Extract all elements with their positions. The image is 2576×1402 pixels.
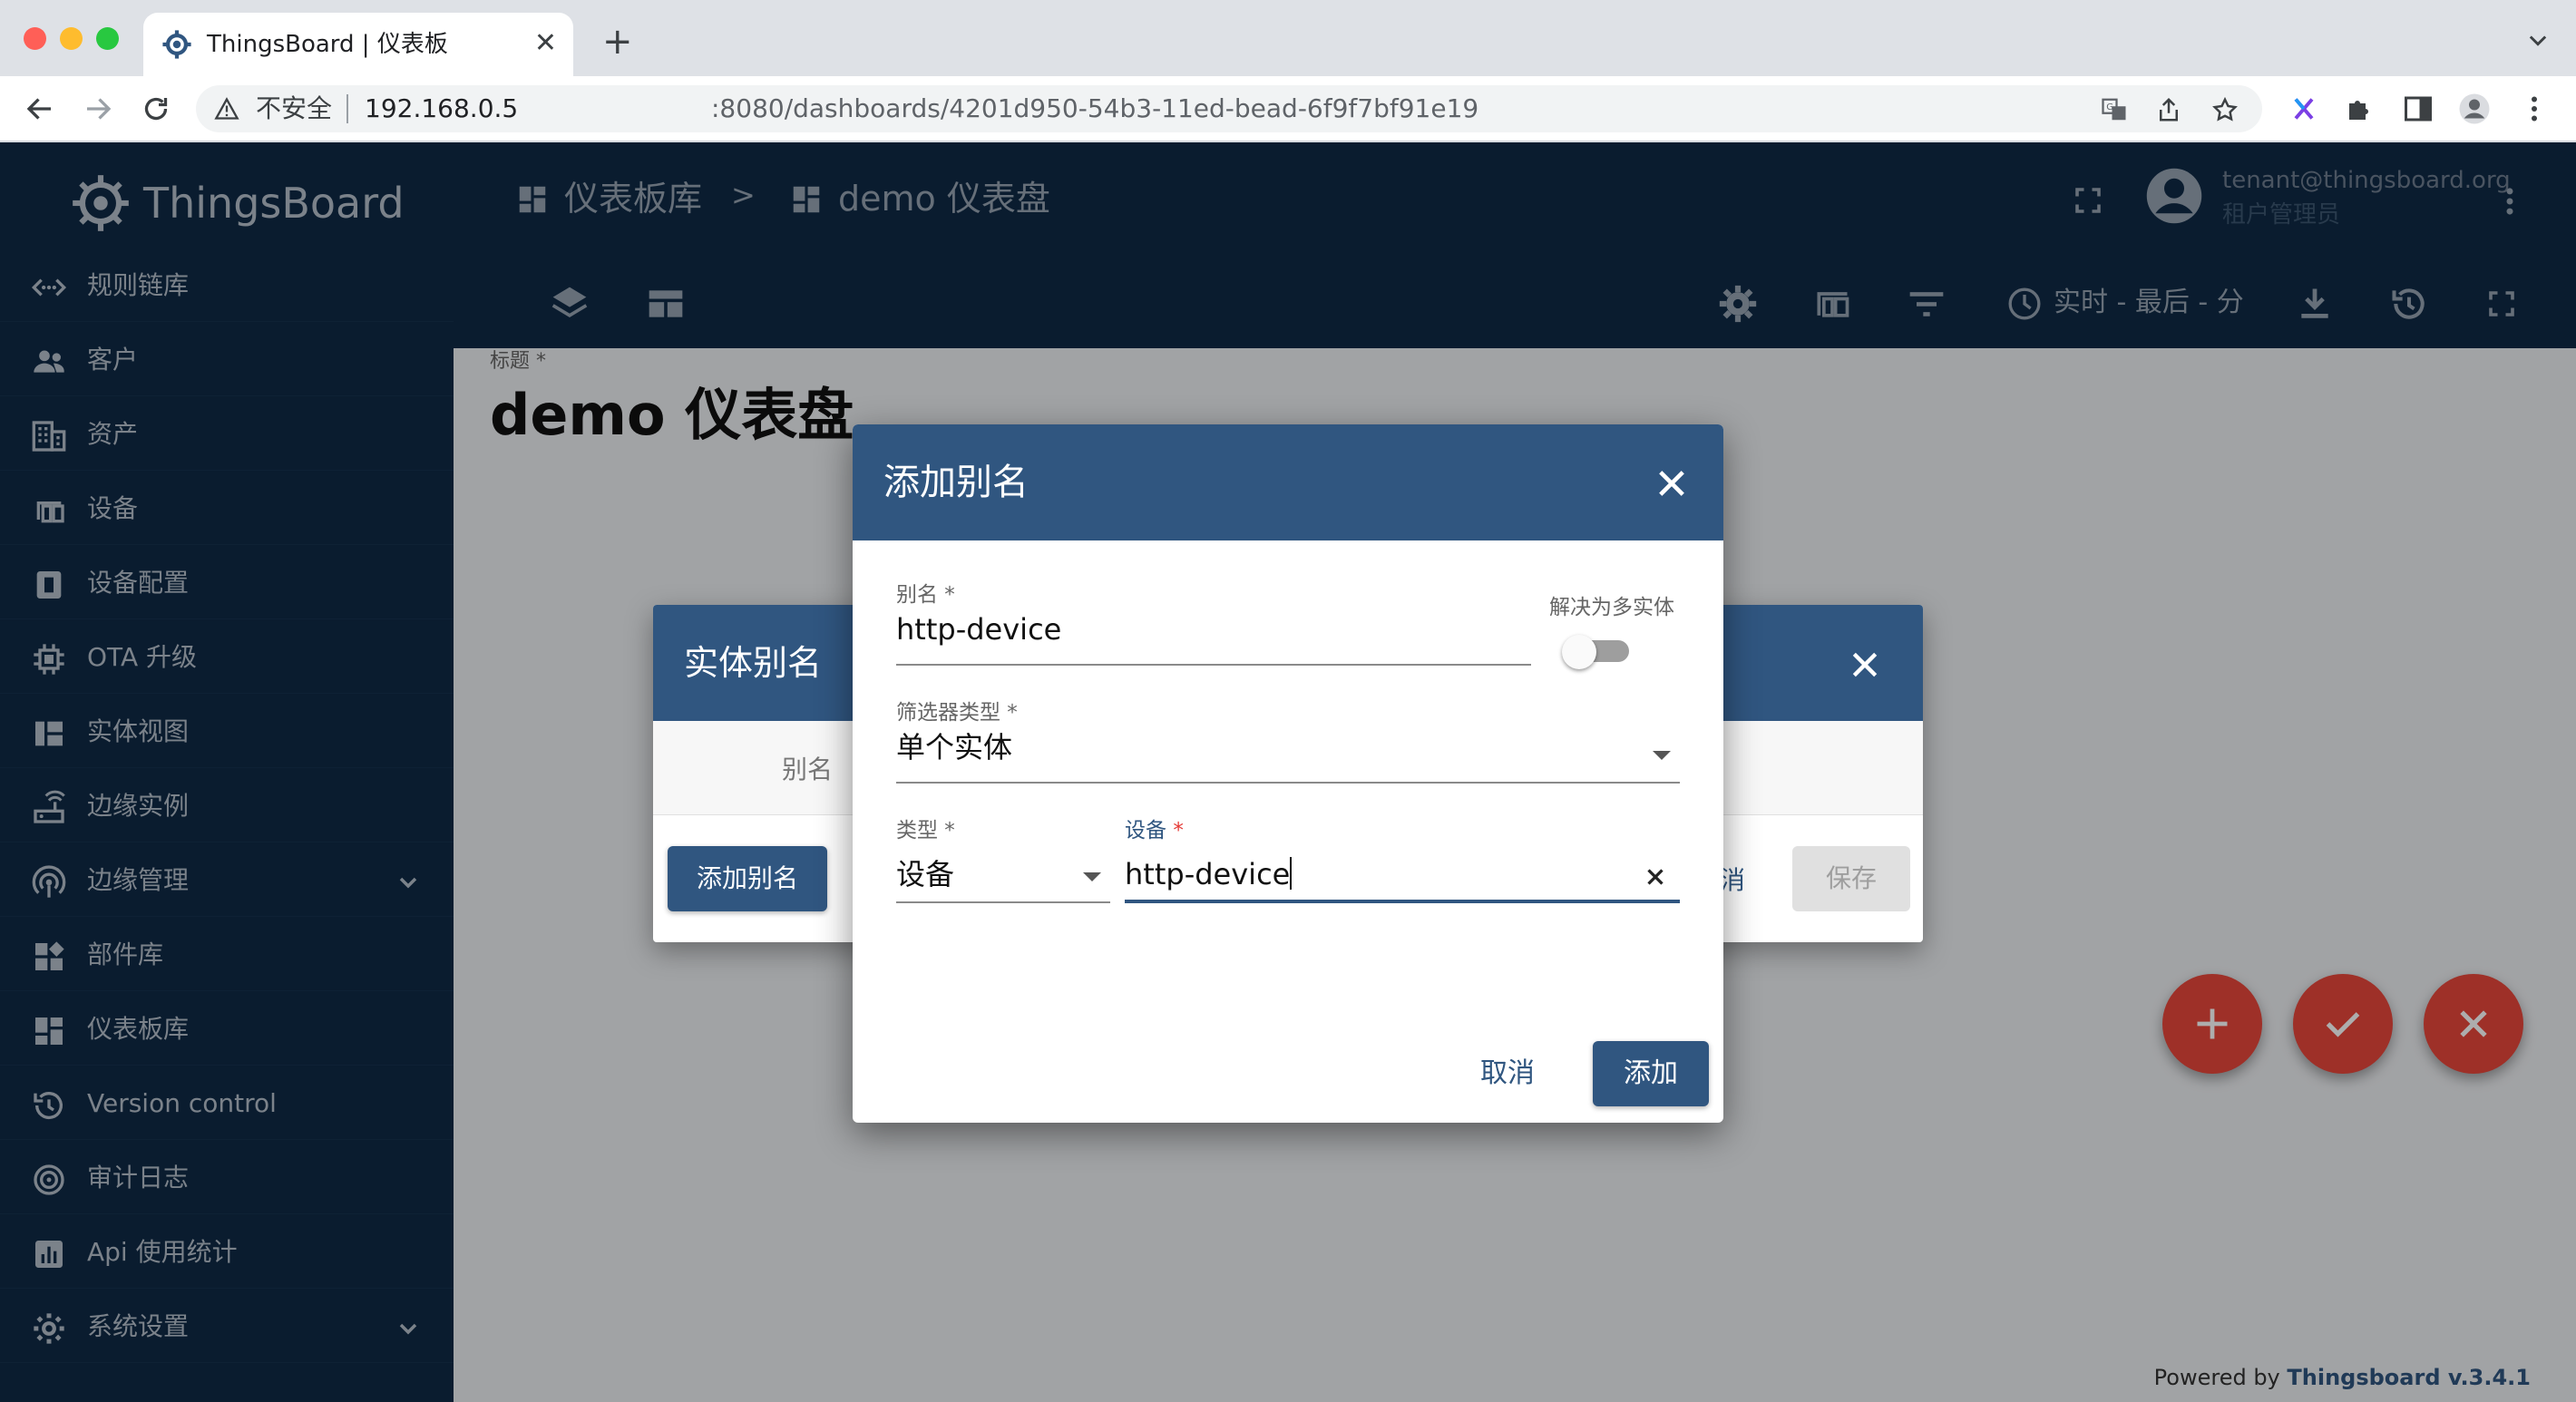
window-close-button[interactable] [24, 27, 46, 50]
filter-type-underline [896, 782, 1680, 784]
add-alias-dialog: 添加别名 别名 * http-device 解决为多实体 筛选器类型 * 单个实… [853, 424, 1723, 1123]
device-input-value: http-device [1125, 857, 1291, 891]
filter-type-label: 筛选器类型 * [896, 701, 1018, 725]
clear-icon[interactable] [1642, 863, 1669, 891]
browser-tab[interactable]: ThingsBoard | 仪表板 ✕ [143, 13, 573, 76]
thingsboard-favicon-icon [162, 30, 191, 59]
browser-toolbar: 不安全 192.168.0.5 :8080/dashboards/4201d95… [0, 76, 2576, 141]
entity-type-label: 类型 * [896, 819, 955, 842]
cancel-button[interactable]: 取消 [1480, 1057, 1535, 1090]
dropdown-arrow-icon[interactable] [1083, 872, 1101, 881]
tab-search-chevron-icon[interactable] [2525, 27, 2551, 53]
device-field-label: 设备 * [1125, 818, 1184, 843]
translate-icon[interactable]: G [2101, 96, 2128, 123]
entity-type-select[interactable]: 设备 [896, 856, 954, 892]
alias-field-underline [896, 664, 1531, 666]
text-cursor [1290, 857, 1293, 890]
entity-type-underline [896, 901, 1110, 903]
profile-avatar-icon[interactable] [2458, 92, 2491, 125]
url-host: 192.168.0.5 [365, 93, 519, 123]
back-arrow-icon[interactable] [24, 92, 56, 125]
address-bar[interactable]: 不安全 192.168.0.5 :8080/dashboards/4201d95… [196, 85, 2262, 132]
dropdown-arrow-icon[interactable] [1653, 751, 1671, 760]
not-secure-label[interactable]: 不安全 [256, 93, 332, 124]
entity-aliases-save-button[interactable]: 保存 [1792, 846, 1910, 911]
required-mark: * [1173, 819, 1184, 842]
browser-menu-icon[interactable] [2518, 92, 2551, 125]
browser-tab-strip: ThingsBoard | 仪表板 ✕ + [0, 0, 2576, 76]
device-autocomplete-input[interactable]: http-device [1125, 856, 1293, 892]
address-separator [346, 94, 348, 123]
new-tab-icon[interactable]: + [602, 24, 633, 60]
forward-arrow-icon[interactable] [82, 92, 114, 125]
add-alias-dialog-title: 添加别名 [883, 462, 1029, 503]
window-maximize-button[interactable] [96, 27, 119, 50]
close-icon[interactable] [1653, 464, 1691, 502]
toggle-knob[interactable] [1562, 635, 1596, 669]
extension-x-icon[interactable] [2288, 92, 2320, 125]
device-label-text: 设备 [1125, 819, 1166, 842]
add-button[interactable]: 添加 [1593, 1041, 1709, 1106]
extensions-puzzle-icon[interactable] [2344, 92, 2376, 125]
url-path: :8080/dashboards/4201d950-54b3-11ed-bead… [711, 93, 1479, 123]
entity-aliases-cancel-button[interactable]: 消 [1720, 864, 1745, 897]
alias-field-label: 别名 * [896, 583, 955, 607]
alias-column-header: 别名 [782, 755, 834, 784]
tab-close-icon[interactable]: ✕ [534, 27, 557, 60]
window-minimize-button[interactable] [60, 27, 83, 50]
close-icon[interactable] [1847, 647, 1883, 683]
add-alias-dialog-header: 添加别名 [853, 424, 1723, 540]
tab-title: ThingsBoard | 仪表板 [207, 31, 448, 58]
reload-icon[interactable] [140, 92, 172, 125]
svg-text:G: G [2106, 102, 2113, 112]
entity-aliases-dialog-title: 实体别名 [684, 643, 823, 683]
bookmark-star-icon[interactable] [2211, 96, 2239, 123]
side-panel-icon[interactable] [2402, 92, 2435, 125]
share-icon[interactable] [2155, 96, 2182, 123]
warning-triangle-icon[interactable] [214, 96, 239, 122]
filter-type-select[interactable]: 单个实体 [896, 729, 1012, 765]
alias-field[interactable]: http-device [896, 611, 1061, 647]
resolve-multiple-label: 解决为多实体 [1549, 596, 1674, 619]
device-field-underline [1125, 900, 1680, 903]
add-alias-button[interactable]: 添加别名 [668, 846, 827, 911]
